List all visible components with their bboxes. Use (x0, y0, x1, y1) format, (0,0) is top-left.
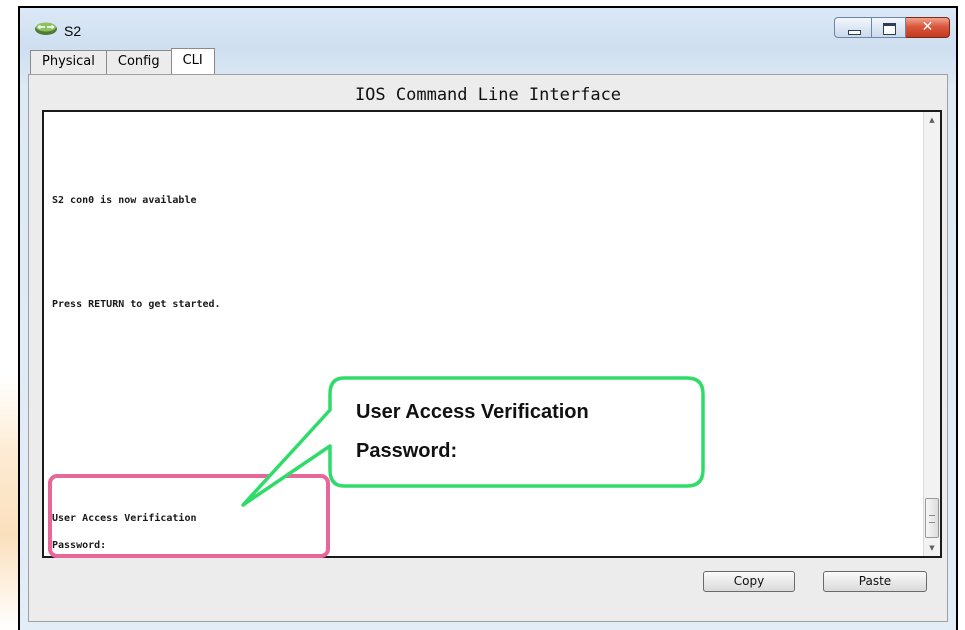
tab-physical[interactable]: Physical (30, 50, 107, 74)
scroll-up-arrow-icon[interactable]: ▲ (924, 112, 940, 128)
minimize-icon (848, 30, 861, 35)
cli-line: Press RETURN to get started. (52, 299, 221, 310)
tab-config[interactable]: Config (105, 50, 172, 74)
scroll-thumb[interactable] (925, 498, 939, 538)
console-scrollbar[interactable]: ▲ ▼ (923, 112, 940, 556)
tab-cli[interactable]: CLI (170, 48, 215, 74)
paste-button[interactable]: Paste (823, 571, 927, 592)
maximize-icon (883, 23, 896, 35)
title-bar[interactable]: S2 ✕ (20, 8, 956, 46)
maximize-button[interactable] (872, 17, 906, 38)
callout-title: User Access Verification (356, 401, 589, 423)
close-icon: ✕ (921, 19, 934, 35)
tab-bar: Physical Config CLI (30, 48, 215, 74)
switch-device-icon (35, 22, 57, 35)
close-button[interactable]: ✕ (906, 17, 950, 38)
cli-line: S2 con0 is now available (52, 195, 197, 206)
minimize-button[interactable] (834, 17, 872, 38)
copy-button[interactable]: Copy (703, 571, 795, 592)
right-margin (958, 0, 965, 630)
window-title: S2 (64, 23, 82, 39)
callout-subtitle: Password: (356, 440, 458, 462)
panel-title: IOS Command Line Interface (354, 85, 622, 105)
left-margin (0, 0, 18, 630)
highlight-box (48, 474, 330, 558)
scroll-down-arrow-icon[interactable]: ▼ (924, 540, 940, 556)
